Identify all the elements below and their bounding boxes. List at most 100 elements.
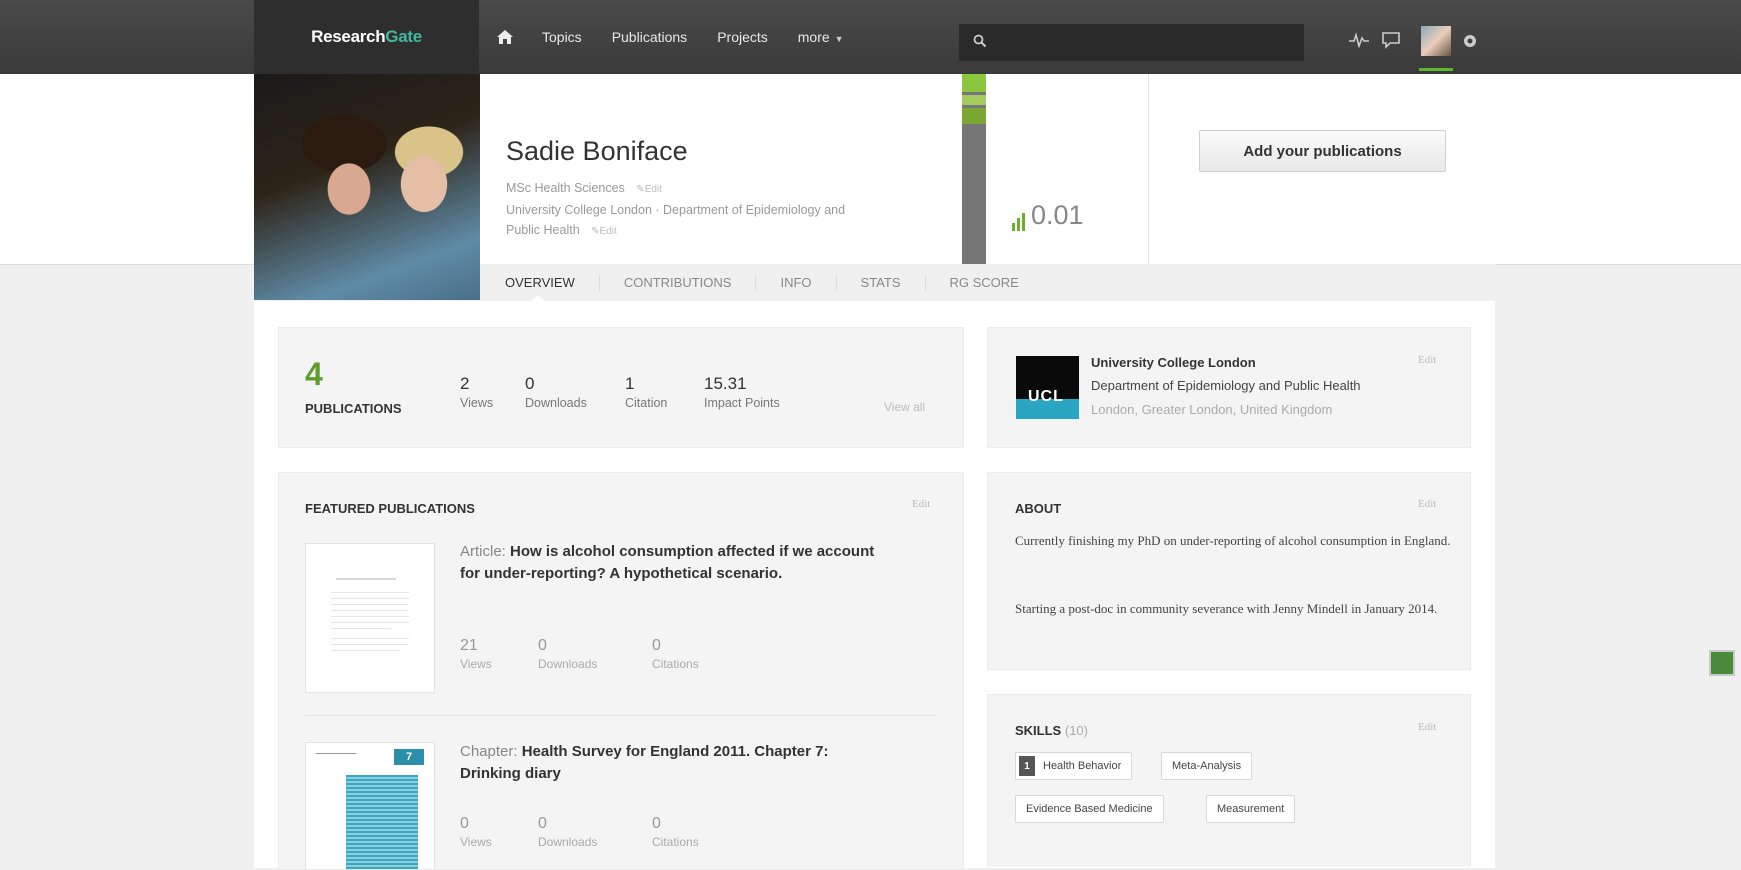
publication-citations-label: Citations <box>652 835 699 849</box>
skill-chip[interactable]: 1 Health Behavior <box>1015 752 1133 780</box>
about-title: ABOUT <box>1015 501 1062 516</box>
main-nav: Topics Publications Projects more ▼ <box>496 0 874 74</box>
rg-score[interactable]: 0.01 <box>1012 200 1084 231</box>
citation-label: Citation <box>625 396 668 410</box>
top-navigation-bar: Research Gate Topics Publications Project… <box>0 0 1741 74</box>
publication-thumbnail[interactable] <box>305 543 435 693</box>
publications-count[interactable]: 4 <box>305 356 323 393</box>
skills-count: (10) <box>1064 723 1088 738</box>
skill-chip[interactable]: Evidence Based Medicine <box>1015 795 1164 823</box>
publication-views-label: Views <box>460 657 492 671</box>
publication-views-count: 0 <box>460 815 469 832</box>
affiliation-line1: University College London · Department o… <box>506 203 846 217</box>
profile-tabs: OVERVIEW CONTRIBUTIONS INFO STATS RG SCO… <box>481 264 1495 301</box>
nav-more-label: more <box>797 29 830 45</box>
publication-views: 21 Views <box>460 637 492 671</box>
publication-thumbnail[interactable]: 7 <box>305 742 435 869</box>
profile-degree: MSc Health Sciences <box>506 181 625 195</box>
featured-edit-link[interactable]: Edit <box>912 498 930 510</box>
tab-stats[interactable]: STATS <box>837 274 926 291</box>
edit-affiliation-link[interactable]: ✎Edit <box>591 226 617 237</box>
publication-title-text: How is alcohol consumption affected if w… <box>460 543 875 582</box>
researchgate-logo[interactable]: Research Gate <box>254 0 479 74</box>
skill-chip[interactable]: Measurement <box>1206 795 1296 823</box>
profile-photo[interactable] <box>254 74 480 300</box>
tab-info[interactable]: INFO <box>756 274 837 291</box>
nav-more[interactable]: more ▼ <box>798 29 844 45</box>
nav-topics[interactable]: Topics <box>542 29 582 45</box>
thumb-line <box>316 753 356 754</box>
profile-degree-line: MSc Health Sciences ✎Edit <box>506 178 662 200</box>
publications-summary-card <box>278 327 964 448</box>
tab-overview[interactable]: OVERVIEW <box>481 274 600 291</box>
about-paragraph-1: Currently finishing my PhD on under-repo… <box>1015 533 1451 548</box>
active-tab-pointer <box>530 295 546 302</box>
edit-affiliation-label: Edit <box>599 226 617 237</box>
institution-location: London, Greater London, United Kingdom <box>1091 402 1333 417</box>
publication-citations: 0 Citations <box>652 815 699 849</box>
messages-icon[interactable] <box>1379 28 1403 52</box>
view-all-link[interactable]: View all <box>884 400 925 414</box>
publication-downloads: 0 Downloads <box>538 815 597 849</box>
add-publications-button[interactable]: Add your publications <box>1199 130 1446 172</box>
thumb-line <box>331 650 401 651</box>
avatar-active-indicator <box>1419 68 1453 71</box>
publication-type: Chapter: <box>460 743 518 760</box>
tab-rg-score[interactable]: RG SCORE <box>926 275 1043 291</box>
rg-score-box[interactable] <box>987 74 1147 264</box>
publication-downloads-count: 0 <box>538 637 547 654</box>
publications-label: PUBLICATIONS <box>305 401 402 416</box>
search-icon <box>973 34 987 48</box>
impact-label: Impact Points <box>704 396 780 410</box>
skill-chip[interactable]: Meta-Analysis <box>1161 752 1253 780</box>
score-bars-icon <box>1012 213 1027 231</box>
nav-publications[interactable]: Publications <box>612 29 688 45</box>
score-bar-segment <box>962 74 986 92</box>
publication-downloads: 0 Downloads <box>538 637 597 671</box>
search-box[interactable] <box>959 24 1304 61</box>
publication-title[interactable]: Article: How is alcohol consumption affe… <box>460 541 880 585</box>
publication-views-count: 21 <box>460 637 478 654</box>
downloads-count: 0 <box>525 374 535 393</box>
skills-edit-link[interactable]: Edit <box>1418 721 1436 733</box>
logo-text: UCL <box>1028 388 1064 405</box>
impact-count: 15.31 <box>704 374 747 393</box>
profile-affiliation: University College London · Department o… <box>506 200 845 242</box>
thumb-table <box>346 775 418 869</box>
user-avatar[interactable] <box>1421 26 1451 56</box>
edit-degree-link[interactable]: ✎Edit <box>636 184 662 195</box>
nav-projects[interactable]: Projects <box>717 29 768 45</box>
skills-title: SKILLS (10) <box>1015 723 1088 738</box>
thumb-line <box>331 644 409 645</box>
ucl-logo[interactable]: UCL <box>1016 356 1079 419</box>
feedback-icon[interactable] <box>1709 650 1735 676</box>
publication-divider <box>305 715 937 716</box>
rg-score-bar <box>962 74 986 264</box>
citation-count: 1 <box>625 374 635 393</box>
thumb-line <box>331 638 409 639</box>
impact-stat: 15.31 Impact Points <box>704 374 780 410</box>
publication-type: Article: <box>460 543 506 560</box>
gear-icon[interactable] <box>1462 33 1478 49</box>
featured-publications-title: FEATURED PUBLICATIONS <box>305 501 475 516</box>
thumb-line <box>336 578 396 580</box>
about-edit-link[interactable]: Edit <box>1418 498 1436 510</box>
home-icon[interactable] <box>496 27 516 47</box>
score-bar-segment <box>962 95 986 105</box>
tab-contributions[interactable]: CONTRIBUTIONS <box>600 274 757 291</box>
chapter-number-badge: 7 <box>394 749 424 765</box>
activity-icon[interactable] <box>1347 28 1371 52</box>
search-input[interactable] <box>995 24 1295 61</box>
affiliation-line2: Public Health <box>506 223 580 237</box>
publication-citations-count: 0 <box>652 815 661 832</box>
skills-title-text: SKILLS <box>1015 723 1062 738</box>
views-label: Views <box>460 396 494 410</box>
institution-name[interactable]: University College London <box>1091 355 1256 370</box>
thumb-line <box>331 628 391 629</box>
publication-citations-label: Citations <box>652 657 699 671</box>
downloads-stat: 0 Downloads <box>525 374 587 410</box>
institution-edit-link[interactable]: Edit <box>1418 354 1436 366</box>
publication-title[interactable]: Chapter: Health Survey for England 2011.… <box>460 741 880 785</box>
skill-label: Health Behavior <box>1043 760 1122 772</box>
department-name[interactable]: Department of Epidemiology and Public He… <box>1091 378 1361 393</box>
